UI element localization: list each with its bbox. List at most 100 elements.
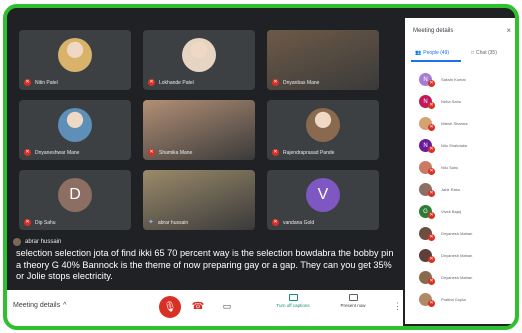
people-list-item[interactable]: N ✕ Sakshi Kumar [419,73,513,95]
person-name: Pratiba Gupta [441,297,466,302]
panel-title: Meeting details [413,28,454,34]
mic-muted-icon: ✕ [148,149,155,156]
participant-tile[interactable]: ✦ abrar hussain [143,170,255,230]
participant-name: Rajendraprasad Pande [283,149,335,156]
person-name: Dnyanesh Mahan [441,231,473,236]
live-caption: abrar hussain selection selection jota o… [13,238,399,283]
tab-chat-label: Chat (35) [476,50,497,56]
tab-chat[interactable]: □ Chat (35) [471,50,497,56]
participant-name-row: ✕ Dnyanbas Mane [272,79,319,86]
people-icon: 👥 [415,50,422,56]
meeting-details-panel: Meeting details × 👥 People (49) □ Chat (… [405,18,515,324]
captions-button[interactable]: Turn off captions [269,294,317,308]
participant-name-row: ✕ Nitin Patel [24,79,58,86]
video-stage: ✕ Nitin Patel ✕ Lokhande Patel ✕ Dnyanbas Man… [7,8,403,290]
people-list-item[interactable]: ✕ Dnyanesh Mahan [419,249,513,271]
participant-name: abrar hussain [157,219,189,226]
close-panel-button[interactable]: × [506,26,511,35]
people-list-item[interactable]: ✕ Nitesh Sharma [419,117,513,139]
caption-speaker-avatar [13,238,21,246]
present-screen-icon [348,294,358,301]
participant-name-row: ✕ Shamika Mane [148,149,192,156]
mic-toggle-button[interactable]: 🎙 [159,296,181,318]
participant-avatar: D [58,178,92,212]
meeting-details-button[interactable]: Meeting details ^ [13,302,66,309]
people-list-item[interactable]: ✕ Dnyanesh Mahan [419,227,513,249]
participant-name: Dnyanbas Mane [283,79,320,86]
participant-tile[interactable]: ✕ Nitin Patel [19,30,131,90]
people-list-item[interactable]: G ✕ Vivek Bajaj [419,205,513,227]
mic-muted-icon: ✕ [428,300,435,307]
participant-avatar: V [306,178,340,212]
window-frame: ✕ Nitin Patel ✕ Lokhande Patel ✕ Dnyanbas Man… [3,4,519,330]
participant-tile[interactable]: ✕ Dnyaneshwar Mane [19,100,131,160]
mic-muted-icon: ✕ [428,278,435,285]
hangup-icon: ☎ [191,300,205,312]
person-name: Dnyanesh Mahan [441,275,473,280]
participant-name-row: ✕ Rajendraprasad Pande [272,149,334,156]
person-name: Vivek Bajaj [441,209,461,214]
people-list-item[interactable]: N ✕ Neha Sahu [419,95,513,117]
captions-icon [288,294,298,301]
present-label: Present now [340,303,366,308]
meeting-details-label: Meeting details [13,302,61,309]
participant-tile[interactable]: ✕ Lokhande Patel [143,30,255,90]
mic-muted-icon: ✕ [428,124,435,131]
mic-muted-icon: ✕ [428,256,435,263]
mic-muted-icon: ✕ [428,102,435,109]
participant-name: Dnyaneshwar Mane [35,149,80,156]
participant-tile[interactable]: D ✕ Dip Sahu [19,170,131,230]
participant-tile[interactable]: ✕ Dnyanbas Mane [267,30,379,90]
mic-muted-icon: ✕ [428,168,435,175]
people-list-item[interactable]: ✕ Pratiba Gupta [419,293,513,315]
participant-name-row: ✕ Dnyaneshwar Mane [24,149,79,156]
participant-name-row: ✕ Lokhande Patel [148,79,194,86]
mic-muted-icon: ✕ [428,234,435,241]
chevron-up-icon: ^ [63,302,67,309]
active-tab-indicator [411,60,461,62]
camera-icon: ▭ [222,300,232,311]
person-name: Neha Sahu [441,99,462,104]
participant-photo [182,38,216,72]
more-vert-icon: ⋮ [393,301,402,311]
participant-name-row: ✕ vandana Gold [272,219,314,226]
people-list-item[interactable]: ✕ Dnyanesh Mahan [419,271,513,293]
camera-toggle-button[interactable]: ▭ [221,300,233,312]
participant-name: Lokhande Patel [159,79,194,86]
participant-name: Dip Sahu [35,219,56,226]
participant-tile[interactable]: ✕ Rajendraprasad Pande [267,100,379,160]
mic-muted-icon: ✕ [24,79,31,86]
more-options-button[interactable]: ⋮ [393,301,402,312]
captions-label: Turn off captions [276,303,310,308]
mic-muted-icon: ✕ [428,212,435,219]
person-name: Nilu Sahu [441,165,459,170]
participant-tile[interactable]: ✕ Shamika Mane [143,100,255,160]
mic-muted-icon: ✕ [148,79,155,86]
tab-people-label: People (49) [423,50,450,56]
mic-muted-icon: ✕ [272,79,279,86]
chat-icon: □ [471,50,475,56]
mic-muted-icon: ✕ [428,146,435,153]
mic-muted-icon: ✕ [24,219,31,226]
mic-off-icon: 🎙 [163,301,177,313]
people-list-item[interactable]: N ✕ Nilu Shahdalia [419,139,513,161]
caption-text: selection selection jota of find ikki 65… [16,248,394,281]
people-list-item[interactable]: ✕ Nilu Sahu [419,161,513,183]
participant-name-row: ✦ abrar hussain [148,219,188,226]
people-list: N ✕ Sakshi Kumar N ✕ Neha Sahu ✕ Nitesh Sharma N… [419,73,513,315]
caption-speaker: abrar hussain [13,238,399,246]
mic-muted-icon: ✕ [272,219,279,226]
person-name: Jahir Rasu [441,187,461,192]
participant-name-row: ✕ Dip Sahu [24,219,56,226]
participant-tile[interactable]: V ✕ vandana Gold [267,170,379,230]
person-name: Sakshi Kumar [441,77,466,82]
tab-people[interactable]: 👥 People (49) [415,50,449,56]
mic-muted-icon: ✕ [428,80,435,87]
person-name: Dnyanesh Mahan [441,253,473,258]
participant-photo [306,108,340,142]
leave-call-button[interactable]: ☎ [191,300,205,312]
person-name: Nilu Shahdalia [441,143,467,148]
people-list-item[interactable]: ✕ Jahir Rasu [419,183,513,205]
person-name: Nitesh Sharma [441,121,468,126]
present-button[interactable]: Present now [329,294,377,308]
